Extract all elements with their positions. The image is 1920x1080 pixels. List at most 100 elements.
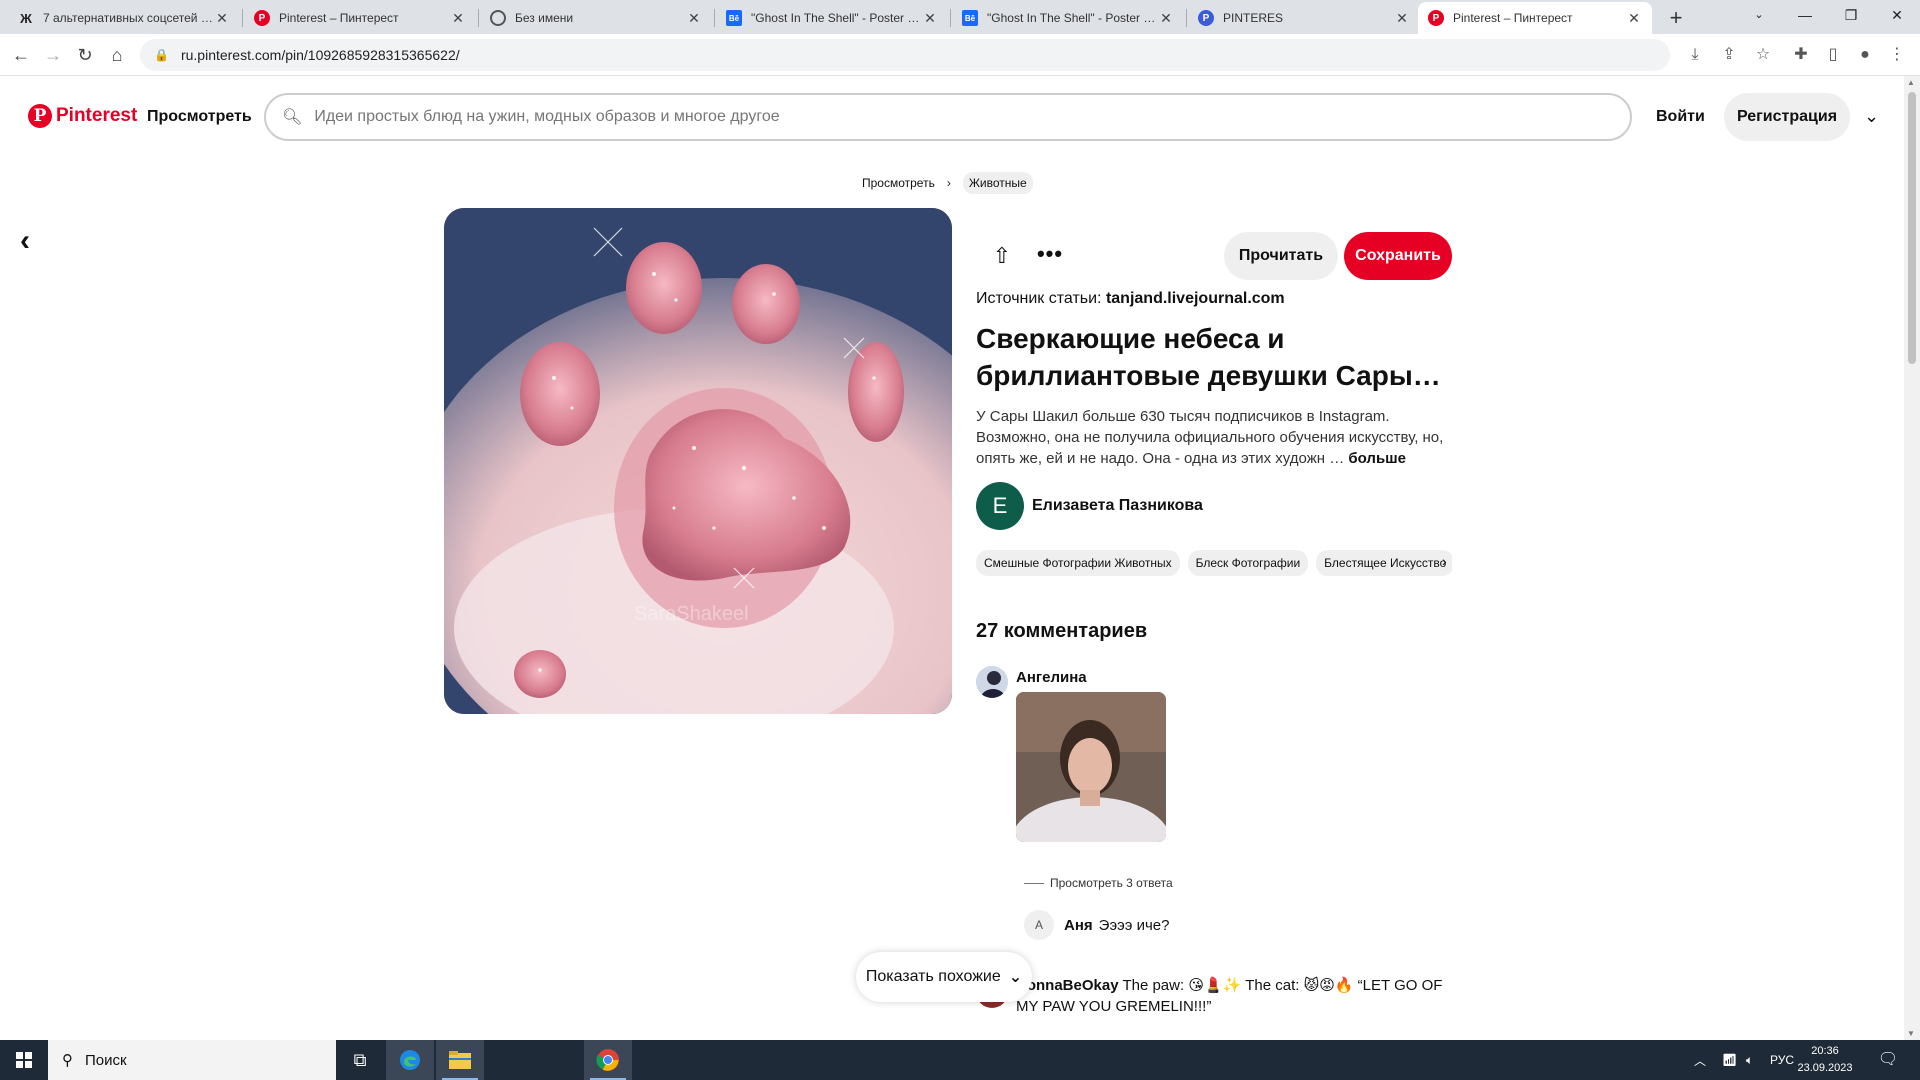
task-view-icon[interactable]: ⧉	[336, 1040, 384, 1080]
forward-icon[interactable]: →	[38, 40, 68, 70]
start-button[interactable]	[0, 1040, 48, 1080]
tag-chip[interactable]: Блестящее Искусство	[1316, 550, 1452, 576]
search-placeholder: Идеи простых блюд на ужин, модных образо…	[314, 108, 780, 125]
profile-icon[interactable]: ●	[1852, 42, 1878, 68]
behance-icon: Bē	[726, 10, 742, 26]
breadcrumb-item-animals[interactable]: Животные	[962, 172, 1033, 194]
chrome-icon[interactable]	[584, 1040, 632, 1080]
scroll-up-icon[interactable]: ▲	[1907, 78, 1915, 87]
tab-title: PINTERES	[1223, 11, 1284, 25]
close-icon[interactable]: ✕	[922, 10, 938, 27]
close-icon[interactable]: ✕	[1158, 10, 1174, 27]
url-text: ru.pinterest.com/pin/1092685928315365622…	[180, 47, 460, 63]
network-icon[interactable]: 📶︎	[1722, 1040, 1737, 1080]
author-name[interactable]: Елизавета Пазникова	[1032, 497, 1203, 515]
restore-icon[interactable]: ❐	[1828, 0, 1874, 30]
show-similar-button[interactable]: Показать похожие ⌄	[856, 952, 1032, 1002]
more-link[interactable]: больше	[1348, 450, 1406, 467]
browser-tab-1[interactable]: Ж 7 альтернативных соцсетей для ✕	[8, 2, 240, 34]
page-scrollbar[interactable]: ▲ ▼	[1904, 76, 1920, 1040]
bookmark-star-icon[interactable]: ☆	[1750, 42, 1776, 68]
comment-photo[interactable]	[1016, 692, 1166, 842]
edge-icon[interactable]	[386, 1040, 434, 1080]
close-icon[interactable]: ✕	[1394, 10, 1410, 27]
home-icon[interactable]: ⌂	[102, 40, 132, 70]
search-icon: ⚲	[62, 1052, 73, 1069]
close-icon[interactable]: ✕	[214, 10, 230, 27]
browser-tab-7-active[interactable]: P Pinterest – Пинтерест ✕	[1418, 2, 1652, 34]
browser-tab-2[interactable]: P Pinterest – Пинтерест ✕	[244, 2, 476, 34]
pinterest-icon: P	[1428, 10, 1444, 26]
scrollbar-thumb[interactable]	[1908, 92, 1916, 364]
browser-tab-5[interactable]: Bē "Ghost In The Shell" - Poster Pos ✕	[952, 2, 1184, 34]
logo-text: Pinterest	[56, 105, 138, 126]
close-icon[interactable]: ✕	[1626, 10, 1642, 27]
tab-title: Без имени	[515, 11, 574, 25]
clock-date: 23.09.2023	[1797, 1062, 1853, 1074]
scroll-down-icon[interactable]: ▼	[1907, 1029, 1915, 1038]
comment-author[interactable]: Ангелина	[1016, 669, 1087, 687]
share-icon[interactable]: ⇧	[986, 240, 1018, 272]
browser-tab-4[interactable]: Bē "Ghost In The Shell" - Poster Pos ✕	[716, 2, 948, 34]
signup-button[interactable]: Регистрация	[1724, 93, 1850, 141]
comment-author-name[interactable]: Ангелина	[1016, 669, 1087, 686]
view-replies-label[interactable]: Просмотреть 3 ответа	[1050, 876, 1173, 890]
pinterest-logo-icon: P	[28, 104, 52, 128]
share-page-icon[interactable]: ⇪	[1716, 42, 1742, 68]
author-avatar[interactable]: E	[976, 482, 1024, 530]
chevron-right-icon[interactable]: ›	[1442, 553, 1447, 569]
commenter-avatar[interactable]	[976, 666, 1008, 698]
minimize-icon[interactable]: —	[1782, 0, 1828, 30]
tab-divider	[478, 9, 479, 27]
reload-icon[interactable]: ↻	[70, 40, 100, 70]
pin-action-bar: ⇧ ••• Прочитать Сохранить	[976, 232, 1452, 280]
login-button[interactable]: Войти	[1656, 108, 1705, 126]
new-tab-button[interactable]: +	[1662, 4, 1690, 32]
taskbar-search[interactable]: ⚲ Поиск	[48, 1040, 336, 1080]
show-similar-label: Показать похожие	[865, 968, 1001, 985]
breadcrumb: Просмотреть › Животные	[862, 172, 1033, 194]
browser-tab-3[interactable]: Без имени ✕	[480, 2, 712, 34]
save-button[interactable]: Сохранить	[1344, 232, 1452, 280]
notifications-icon[interactable]: 🗨︎	[1868, 1040, 1908, 1080]
pinterest-logo[interactable]: P Pinterest	[28, 104, 137, 128]
back-arrow-icon[interactable]: ‹	[20, 224, 30, 258]
file-explorer-icon[interactable]	[436, 1040, 484, 1080]
comments-heading: 27 комментариев	[976, 620, 1148, 642]
comment: DonnaBeOkay The paw: 😘💄✨ The cat: 😾😡🔥 “L…	[1016, 975, 1456, 1017]
tab-search-icon[interactable]: ⌄	[1736, 0, 1782, 30]
more-options-icon[interactable]: •••	[1034, 240, 1066, 272]
pin-image[interactable]: SaraShakeel	[444, 208, 952, 714]
view-replies[interactable]: Просмотреть 3 ответа	[1024, 876, 1173, 890]
explore-link[interactable]: Просмотреть	[147, 108, 252, 126]
address-bar[interactable]: 🔒 ru.pinterest.com/pin/10926859283153656…	[140, 39, 1670, 71]
back-icon[interactable]: ←	[6, 40, 36, 70]
chevron-down-icon[interactable]: ⌄	[1864, 106, 1879, 127]
volume-icon[interactable]: 🔈︎	[1746, 1040, 1753, 1080]
close-icon[interactable]: ✕	[686, 10, 702, 27]
window-close-icon[interactable]: ✕	[1874, 0, 1920, 30]
system-clock[interactable]: 20:36 23.09.2023	[1790, 1043, 1860, 1077]
pinterest-icon: P	[254, 10, 270, 26]
author[interactable]: E Елизавета Пазникова	[976, 482, 1203, 530]
read-button[interactable]: Прочитать	[1224, 232, 1338, 280]
side-panel-icon[interactable]: ▯	[1820, 42, 1846, 68]
breadcrumb-item-explore[interactable]: Просмотреть	[862, 176, 935, 190]
extensions-icon[interactable]: ✚	[1788, 42, 1814, 68]
search-field[interactable]: 🔍︎ Идеи простых блюд на ужин, модных обр…	[264, 93, 1632, 141]
tab-title: "Ghost In The Shell" - Poster Pos	[751, 11, 922, 25]
tag-chip[interactable]: Блеск Фотографии	[1187, 550, 1309, 576]
tag-list: Смешные Фотографии Животных Блеск Фотогр…	[976, 550, 1452, 576]
image-watermark: SaraShakeel	[634, 603, 749, 625]
install-icon[interactable]: ⤓	[1682, 42, 1708, 68]
browser-tab-6[interactable]: P PINTERES ✕	[1188, 2, 1420, 34]
tray-chevron-icon[interactable]: ︿	[1694, 1040, 1706, 1080]
close-icon[interactable]: ✕	[450, 10, 466, 27]
reply-author[interactable]: Аня	[1064, 917, 1093, 934]
menu-kebab-icon[interactable]: ⋮	[1884, 42, 1910, 68]
os-taskbar: ⚲ Поиск ⧉ ︿ 📶︎ 🔈︎ РУС 20:36 23.09.2023 🗨…	[0, 1040, 1920, 1080]
search-icon: 🔍︎	[282, 109, 303, 126]
source-link[interactable]: tanjand.livejournal.com	[1106, 290, 1285, 307]
tag-chip[interactable]: Смешные Фотографии Животных	[976, 550, 1180, 576]
reply-avatar[interactable]: А	[1024, 910, 1054, 940]
